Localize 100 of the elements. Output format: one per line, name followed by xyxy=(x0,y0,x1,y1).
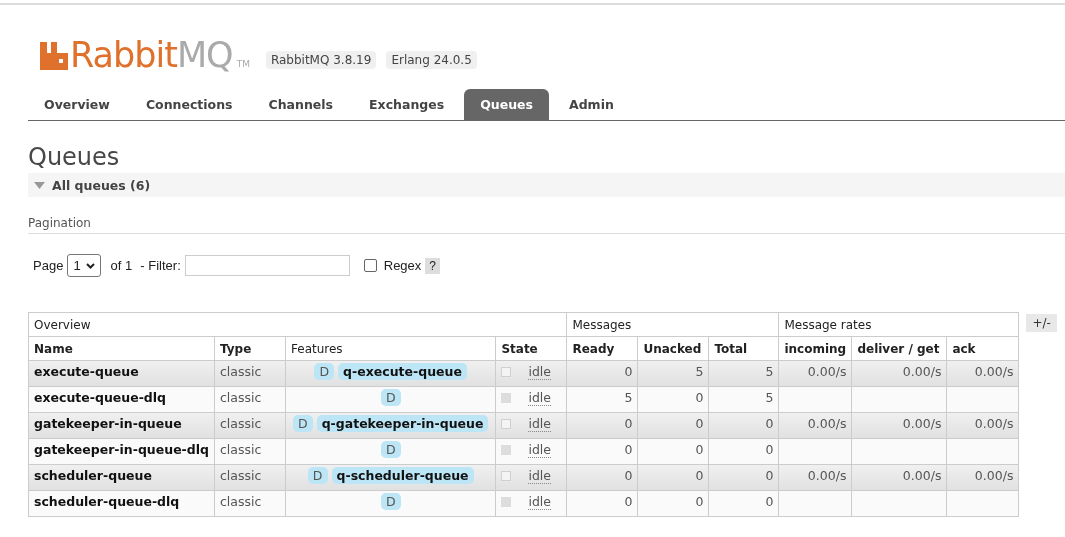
state-icon xyxy=(501,393,512,403)
table-cell: 0 xyxy=(708,438,779,465)
nav-tab[interactable]: Exchanges xyxy=(353,89,461,120)
table-cell: 0 xyxy=(708,490,779,517)
queue-name[interactable]: scheduler-queue-dlq xyxy=(28,490,215,517)
version-badge: Erlang 24.0.5 xyxy=(386,51,477,69)
nav-tab[interactable]: Overview xyxy=(28,89,126,120)
column-header: incoming xyxy=(778,336,852,361)
durable-tag: D xyxy=(380,493,401,510)
regex-label: Regex xyxy=(383,258,422,273)
nav-tab[interactable]: Queues xyxy=(464,89,549,120)
table-cell: 0 xyxy=(637,412,709,439)
table-cell: 0 xyxy=(708,464,779,491)
table-cell: classic xyxy=(214,464,286,491)
state-icon xyxy=(501,445,512,455)
table-cell: classic xyxy=(214,360,286,387)
table-cell: 5 xyxy=(566,386,638,413)
policy-tag: q-scheduler-queue xyxy=(331,467,474,484)
table-cell: 0 xyxy=(566,412,638,439)
table-cell: 0 xyxy=(637,438,709,465)
nav-tab[interactable]: Channels xyxy=(252,89,350,120)
logo-icon xyxy=(40,42,68,70)
triangle-icon xyxy=(34,181,45,189)
queue-name[interactable]: scheduler-queue xyxy=(28,464,215,491)
table-cell: 0 xyxy=(637,386,709,413)
table-cell: 5 xyxy=(708,360,779,387)
table-cell: 0 xyxy=(566,490,638,517)
page-select[interactable]: 1 xyxy=(67,254,101,277)
column-header: ack xyxy=(946,336,1019,361)
column-header: State xyxy=(495,336,567,361)
table-cell: 0 xyxy=(708,412,779,439)
column-header: Type xyxy=(214,336,286,361)
state-label: idle xyxy=(528,416,551,432)
nav-tab[interactable]: Connections xyxy=(129,89,249,120)
state-icon xyxy=(501,367,512,377)
filter-field[interactable] xyxy=(184,255,350,276)
column-header: Unacked xyxy=(637,336,709,361)
page-count: of 1 xyxy=(110,258,133,273)
queue-name[interactable]: execute-queue xyxy=(28,360,215,387)
table-cell: 0.00/s xyxy=(851,360,947,387)
trademark: TM xyxy=(236,60,250,69)
durable-tag: D xyxy=(380,389,401,406)
table-cell: 0.00/s xyxy=(946,412,1019,439)
state-icon xyxy=(501,497,512,507)
columns-button[interactable]: +/- xyxy=(1026,314,1057,332)
table-cell: 0.00/s xyxy=(778,464,852,491)
durable-tag: D xyxy=(307,467,328,484)
group-header: Overview xyxy=(28,312,567,337)
logo-text: MQ xyxy=(176,38,233,73)
policy-tag: q-gatekeeper-in-queue xyxy=(316,415,489,432)
page-label: Page xyxy=(33,258,64,273)
version-badge: RabbitMQ 3.8.19 xyxy=(265,51,377,69)
state-icon xyxy=(501,419,512,429)
column-header: Features xyxy=(285,336,496,361)
durable-tag: D xyxy=(380,441,401,458)
page-title: Queues xyxy=(28,143,121,171)
logo-text: Rabbit xyxy=(70,38,177,73)
table-cell: 0.00/s xyxy=(851,412,947,439)
chevron-icon xyxy=(85,262,95,269)
regex-checkbox[interactable] xyxy=(363,259,377,272)
column-header: deliver / get xyxy=(851,336,947,361)
table-cell: 0.00/s xyxy=(946,360,1019,387)
column-header: Total xyxy=(708,336,779,361)
table-cell: 0.00/s xyxy=(778,412,852,439)
table-cell: 0 xyxy=(637,490,709,517)
table-cell: classic xyxy=(214,490,286,517)
table-cell: 5 xyxy=(708,386,779,413)
table-cell: 5 xyxy=(637,360,709,387)
table-cell: classic xyxy=(214,412,286,439)
queue-name[interactable]: execute-queue-dlq xyxy=(28,386,215,413)
column-header: Name xyxy=(28,336,215,361)
table-cell: 0.00/s xyxy=(778,360,852,387)
pagination-title: Pagination xyxy=(28,216,1065,234)
table-cell: 0 xyxy=(566,438,638,465)
filter-label: - Filter: xyxy=(140,258,181,273)
state-icon xyxy=(501,471,512,481)
nav-tab[interactable]: Admin xyxy=(553,89,630,120)
table-cell: 0 xyxy=(637,464,709,491)
help-button[interactable]: ? xyxy=(425,257,440,274)
state-label: idle xyxy=(528,494,551,510)
state-label: idle xyxy=(528,442,551,458)
section-title: All queues (6) xyxy=(52,177,151,193)
queue-name[interactable]: gatekeeper-in-queue xyxy=(28,412,215,439)
table-cell: classic xyxy=(214,386,286,413)
state-label: idle xyxy=(528,364,551,380)
column-header: Ready xyxy=(566,336,638,361)
table-cell: classic xyxy=(214,438,286,465)
durable-tag: D xyxy=(314,363,335,380)
table-cell: 0.00/s xyxy=(851,464,947,491)
policy-tag: q-execute-queue xyxy=(338,363,467,380)
table-cell: 0 xyxy=(566,360,638,387)
durable-tag: D xyxy=(293,415,313,432)
state-label: idle xyxy=(528,468,551,484)
section-header[interactable]: All queues (6) xyxy=(28,173,1065,197)
table-cell: 0.00/s xyxy=(946,464,1019,491)
table-cell: 0 xyxy=(566,464,638,491)
state-label: idle xyxy=(528,390,551,406)
group-header: Messages xyxy=(566,312,779,337)
group-header: Message rates xyxy=(778,312,1019,337)
queue-name[interactable]: gatekeeper-in-queue-dlq xyxy=(28,438,215,465)
